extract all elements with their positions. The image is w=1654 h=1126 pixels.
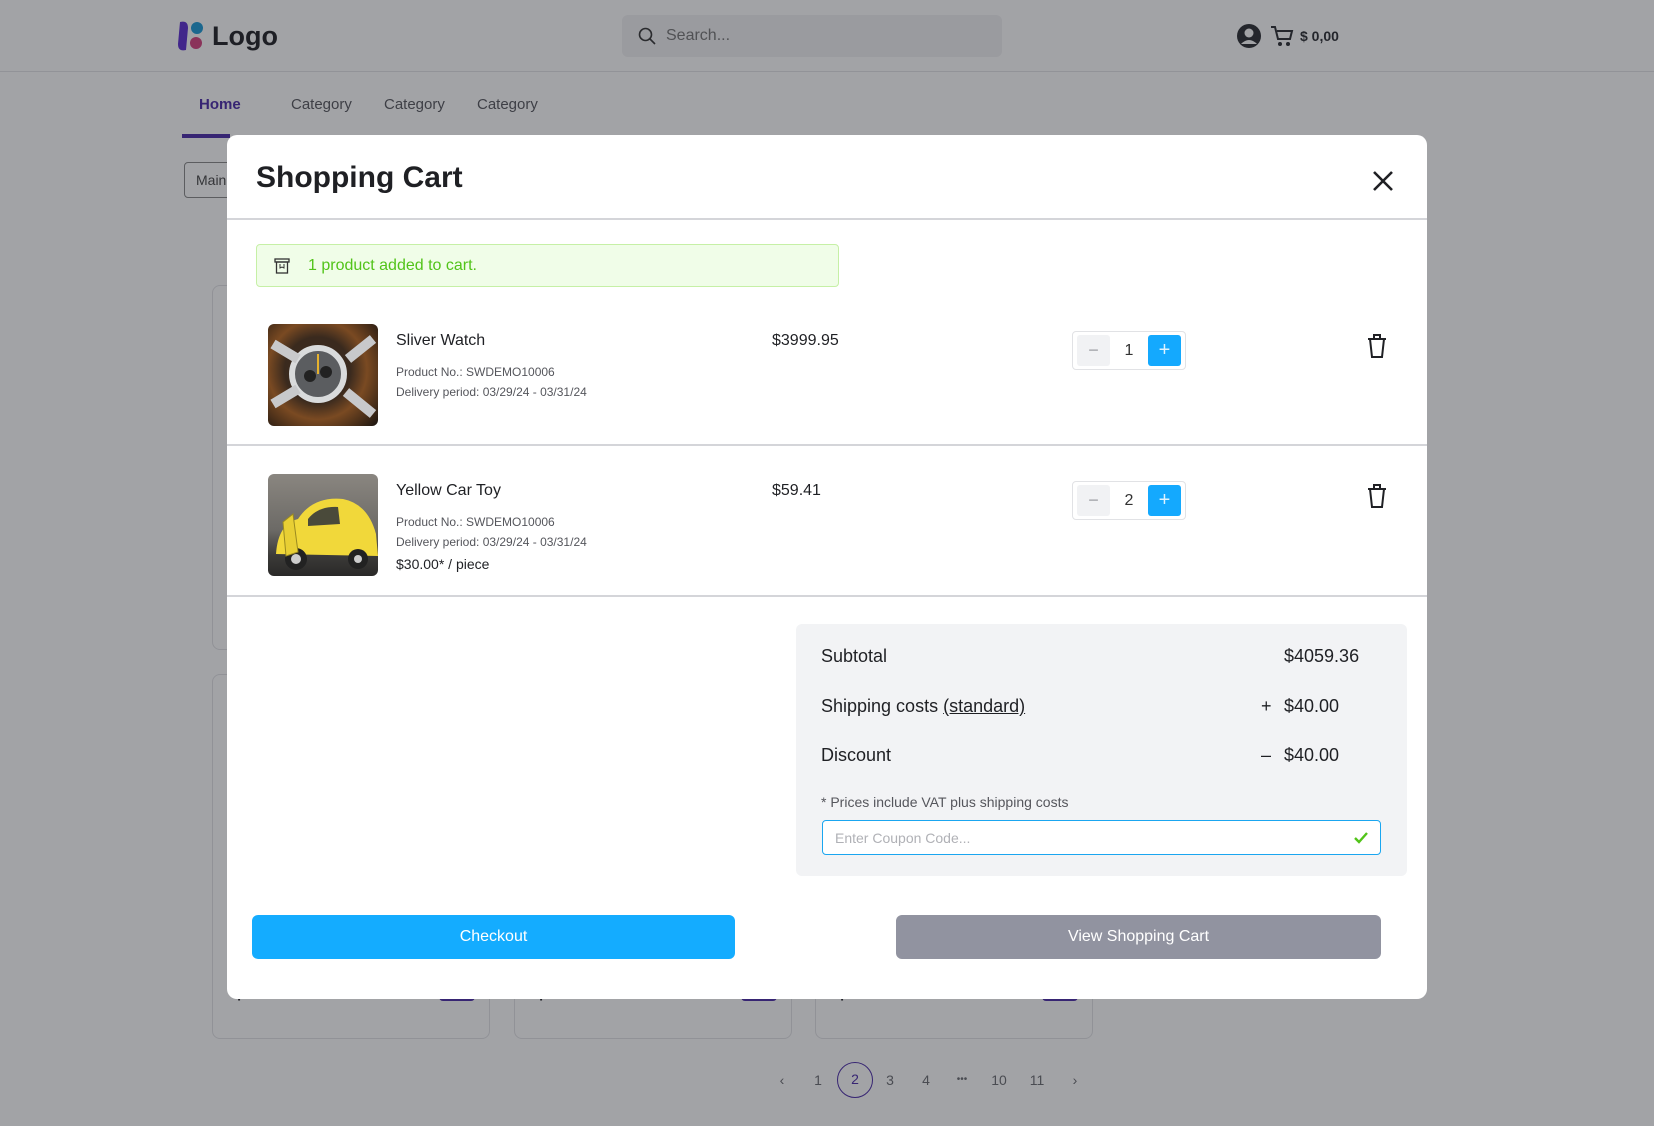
increase-button[interactable]: + (1148, 335, 1181, 366)
checkout-button[interactable]: Checkout (252, 915, 735, 959)
coupon-field[interactable] (822, 820, 1381, 855)
item-name[interactable]: Sliver Watch (396, 332, 587, 350)
trash-icon[interactable] (1366, 333, 1388, 359)
modal-title: Shopping Cart (256, 161, 463, 194)
box-icon (274, 257, 290, 274)
vat-note: * Prices include VAT plus shipping costs (821, 794, 1069, 810)
trash-icon[interactable] (1366, 483, 1388, 509)
quantity-stepper: − 1 + (1072, 331, 1186, 370)
check-icon[interactable] (1354, 831, 1368, 844)
divider (227, 444, 1427, 446)
item-delivery: Delivery period: 03/29/24 - 03/31/24 (396, 535, 587, 549)
shopping-cart-modal: Shopping Cart 1 product added to cart. S… (227, 135, 1427, 999)
discount-label: Discount (821, 745, 892, 765)
subtotal-value: $4059.36 (1284, 646, 1360, 666)
subtotal-label: Subtotal (821, 646, 888, 666)
product-image-car[interactable] (268, 474, 378, 576)
discount-value: $40.00 (1284, 745, 1340, 765)
decrease-button[interactable]: − (1077, 485, 1110, 516)
success-banner: 1 product added to cart. (256, 244, 839, 287)
shipping-text: Shipping costs (821, 696, 939, 716)
cart-item: Yellow Car Toy Product No.: SWDEMO10006 … (396, 482, 587, 572)
product-image-watch[interactable] (268, 324, 378, 426)
divider (227, 218, 1427, 220)
item-price: $3999.95 (772, 332, 839, 349)
item-unit-price: $30.00* / piece (396, 556, 490, 572)
discount-sign: – (1261, 745, 1272, 765)
item-name[interactable]: Yellow Car Toy (396, 482, 587, 500)
divider (227, 595, 1427, 597)
close-icon[interactable] (1369, 167, 1397, 195)
shipping-sign: + (1261, 696, 1272, 716)
coupon-input[interactable] (835, 829, 1354, 846)
shipping-label: Shipping costs (standard) (821, 696, 1025, 717)
quantity-stepper: − 2 + (1072, 481, 1186, 520)
item-price: $59.41 (772, 482, 821, 499)
item-product-no: Product No.: SWDEMO10006 (396, 365, 555, 379)
decrease-button[interactable]: − (1077, 335, 1110, 366)
quantity-value[interactable]: 1 (1125, 342, 1134, 360)
item-product-no: Product No.: SWDEMO10006 (396, 515, 555, 529)
shipping-value: $40.00 (1284, 696, 1340, 716)
view-shopping-cart-button[interactable]: View Shopping Cart (896, 915, 1381, 959)
item-delivery: Delivery period: 03/29/24 - 03/31/24 (396, 385, 587, 399)
order-summary: Subtotal $4059.36 Shipping costs (standa… (796, 624, 1407, 876)
cart-item: Sliver Watch Product No.: SWDEMO10006 De… (396, 332, 587, 402)
banner-text: 1 product added to cart. (308, 256, 477, 274)
shipping-method-link[interactable]: (standard) (943, 696, 1025, 716)
increase-button[interactable]: + (1148, 485, 1181, 516)
quantity-value[interactable]: 2 (1125, 492, 1134, 510)
